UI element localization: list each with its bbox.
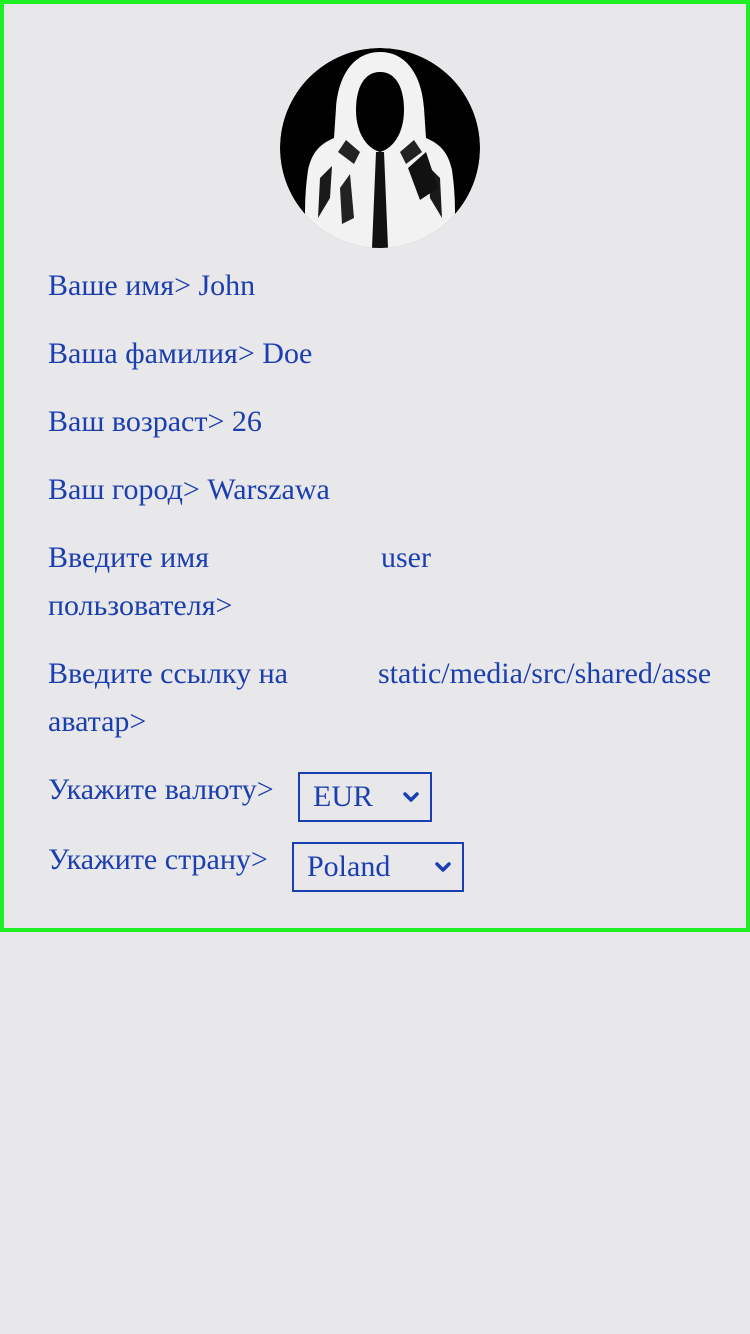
currency-select[interactable]: EUR [298,772,432,822]
country-label: Укажите страну> [48,843,268,876]
currency-selected-value: EUR [313,780,373,813]
username-field[interactable]: Введите имя пользователя> user [48,534,431,630]
country-field: Укажите страну> [48,836,268,884]
avatar [280,48,480,248]
avatar-link-label: Введите ссылку на аватар> [48,657,288,738]
first-name-value[interactable]: John [199,262,256,310]
last-name-value[interactable]: Doe [262,330,312,378]
profile-card: Ваше имя> John Ваша фамилия> Doe Ваш воз… [0,0,750,932]
chevron-down-icon [403,792,419,802]
avatar-link-field[interactable]: Введите ссылку на аватар> static/media/s… [48,650,710,746]
hooded-figure-avatar-icon [280,48,480,248]
first-name-field[interactable]: Ваше имя> John [48,262,255,310]
username-input[interactable]: user [381,534,581,582]
last-name-label: Ваша фамилия> [48,337,255,370]
age-field[interactable]: Ваш возраст> 26 [48,398,262,446]
chevron-down-icon [435,862,451,872]
city-value[interactable]: Warszawa [207,466,330,514]
avatar-link-input[interactable]: static/media/src/shared/assets [378,650,710,698]
currency-label: Укажите валюту> [48,773,274,806]
currency-field: Укажите валюту> [48,766,274,814]
age-value[interactable]: 26 [232,398,262,446]
country-selected-value: Poland [307,850,391,883]
last-name-field[interactable]: Ваша фамилия> Doe [48,330,312,378]
first-name-label: Ваше имя> [48,269,191,302]
city-field[interactable]: Ваш город> Warszawa [48,466,330,514]
city-label: Ваш город> [48,473,200,506]
country-select[interactable]: Poland [292,842,464,892]
age-label: Ваш возраст> [48,405,225,438]
username-label: Введите имя пользователя> [48,541,233,622]
